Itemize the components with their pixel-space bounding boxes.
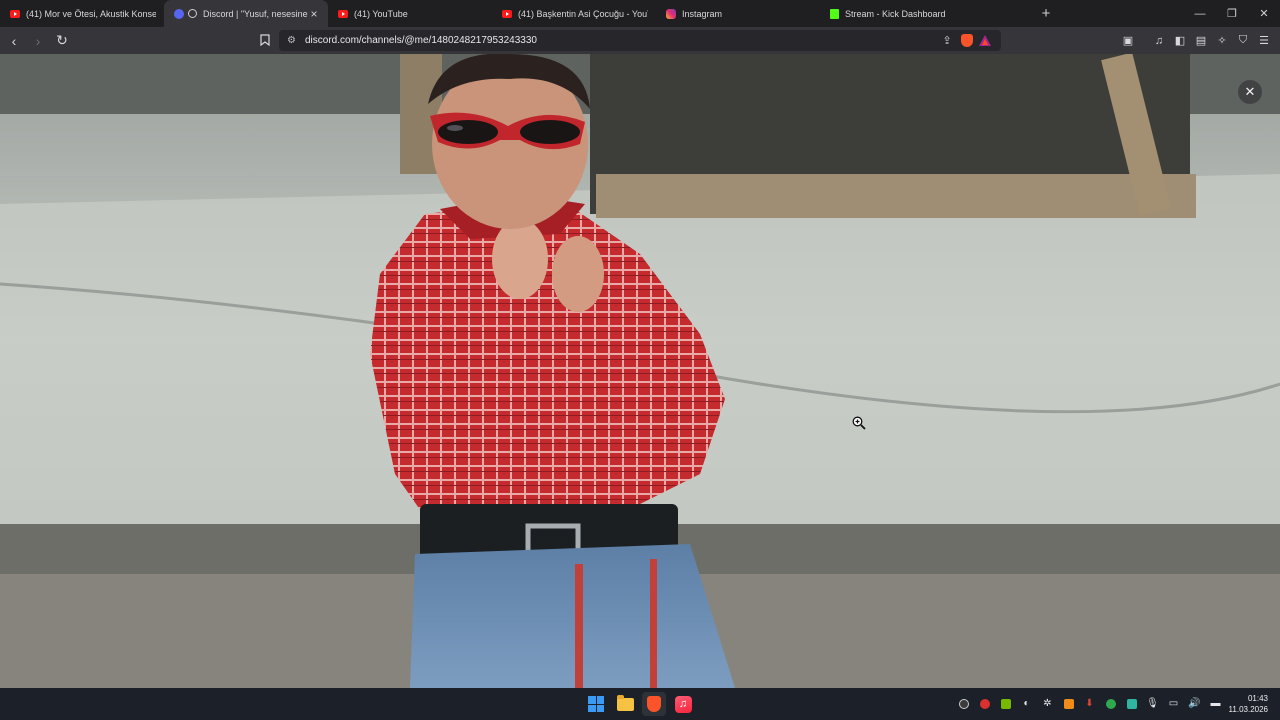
address-bar[interactable]: ⚙ discord.com/channels/@me/1480248217953…	[279, 30, 1001, 51]
browser-toolbar: ‹ › ↻ ⚙ discord.com/channels/@me/1480248…	[0, 27, 1280, 54]
brave-browser-button[interactable]	[642, 692, 666, 716]
close-viewer-button[interactable]: ✕	[1238, 80, 1262, 104]
restore-button[interactable]: ❐	[1216, 0, 1248, 27]
site-info-icon[interactable]: ⚙	[287, 35, 301, 46]
brave-icon	[647, 696, 661, 712]
tab-strip: (41) Mor ve Ötesi, Akustik Konser, Bö Di…	[0, 0, 1280, 27]
windows-logo-icon	[588, 696, 604, 712]
security-icon[interactable]	[1124, 696, 1139, 711]
tab-mor-ve-otesi[interactable]: (41) Mor ve Ötesi, Akustik Konser, Bö	[0, 0, 164, 27]
microphone-icon[interactable]: 🎙	[1145, 696, 1160, 711]
reading-mode-icon[interactable]: ▣	[1120, 32, 1136, 50]
instagram-icon	[666, 8, 676, 19]
sidebar-icon[interactable]: ◧	[1172, 32, 1188, 50]
system-tray: ◐ ✲ ⬇ 🎙 ▭ 🔊 ▬	[956, 696, 1223, 711]
tab-kick-dashboard[interactable]: Stream - Kick Dashboard	[820, 0, 984, 27]
tab-discord[interactable]: Discord | "Yusuf, nesesine, en ×	[164, 0, 328, 27]
youtube-icon	[502, 9, 512, 18]
tab-title: Discord | "Yusuf, nesesine, en	[203, 8, 308, 19]
image-viewer[interactable]: ✕	[0, 54, 1280, 688]
youtube-icon	[338, 9, 348, 18]
clock-time: 01:43	[1247, 694, 1268, 703]
music-note-icon: ♫	[674, 695, 692, 713]
taskbar-clock[interactable]: 01:43 11.03.2026	[1229, 693, 1268, 715]
vpn-icon[interactable]: ⛉	[1235, 32, 1251, 50]
window-controls: — ❐ ✕	[1184, 0, 1280, 27]
forward-button[interactable]: ›	[28, 31, 48, 51]
new-tab-button[interactable]: +	[1034, 0, 1058, 27]
network-icon[interactable]: ▭	[1166, 696, 1181, 711]
nvidia-icon[interactable]	[998, 696, 1013, 711]
taskbar-pinned-apps: ♫	[584, 692, 695, 716]
tab-title: Instagram	[682, 8, 723, 19]
download-icon[interactable]: ⬇	[1082, 696, 1097, 711]
minimize-button[interactable]: —	[1184, 0, 1216, 27]
youtube-icon	[10, 9, 20, 18]
file-explorer-button[interactable]	[613, 692, 637, 716]
start-button[interactable]	[584, 692, 608, 716]
volume-icon[interactable]: 🔊	[1187, 696, 1202, 711]
tab-title: (41) Başkentin Asi Çocuğu - YouTube	[518, 8, 648, 19]
tab-title: (41) YouTube	[354, 8, 408, 19]
photo[interactable]	[0, 54, 1280, 688]
close-tab-icon[interactable]: ×	[308, 7, 320, 21]
xbox-icon[interactable]	[956, 696, 971, 711]
media-controls-icon[interactable]: ♫	[1151, 32, 1167, 50]
settings-icon[interactable]: ✲	[1040, 696, 1055, 711]
app-orange-icon[interactable]	[1061, 696, 1076, 711]
tab-instagram[interactable]: Instagram	[656, 0, 820, 27]
battery-icon[interactable]: ▬	[1208, 696, 1223, 711]
share-icon[interactable]: ⇪	[937, 34, 957, 47]
clock-date: 11.03.2026	[1228, 705, 1268, 714]
back-button[interactable]: ‹	[4, 31, 24, 51]
app-green-icon[interactable]	[1103, 696, 1118, 711]
brave-shields-icon[interactable]	[961, 34, 973, 47]
brave-rewards-icon[interactable]	[979, 35, 991, 46]
wallet-icon[interactable]: ▤	[1193, 32, 1209, 50]
url-text[interactable]: discord.com/channels/@me/148024821795324…	[305, 35, 937, 46]
apple-music-button[interactable]: ♫	[671, 692, 695, 716]
discord-icon	[174, 8, 184, 19]
close-window-button[interactable]: ✕	[1248, 0, 1280, 27]
bookmark-icon[interactable]	[258, 31, 272, 49]
leo-ai-icon[interactable]: ✧	[1214, 32, 1230, 50]
tab-title: (41) Mor ve Ötesi, Akustik Konser, Bö	[26, 8, 156, 19]
reload-button[interactable]: ↻	[52, 31, 72, 51]
zoom-in-cursor-icon	[852, 416, 866, 430]
toolbar-actions: ▣ ♫ ◧ ▤ ✧ ⛉ ☰	[1120, 31, 1272, 50]
kick-icon	[830, 8, 839, 19]
tab-baskentin-asi-cocugu[interactable]: (41) Başkentin Asi Çocuğu - YouTube	[492, 0, 656, 27]
folder-icon	[616, 694, 634, 711]
record-icon[interactable]	[977, 696, 992, 711]
windows-taskbar: ♫ ◐ ✲ ⬇ 🎙 ▭ 🔊 ▬ 01:43 11.03.2026	[0, 688, 1280, 720]
tab-youtube[interactable]: (41) YouTube	[328, 0, 492, 27]
audio-playing-icon[interactable]	[188, 9, 197, 18]
steam-icon[interactable]: ◐	[1019, 696, 1034, 711]
menu-icon[interactable]: ☰	[1256, 32, 1272, 50]
tab-title: Stream - Kick Dashboard	[845, 8, 946, 19]
